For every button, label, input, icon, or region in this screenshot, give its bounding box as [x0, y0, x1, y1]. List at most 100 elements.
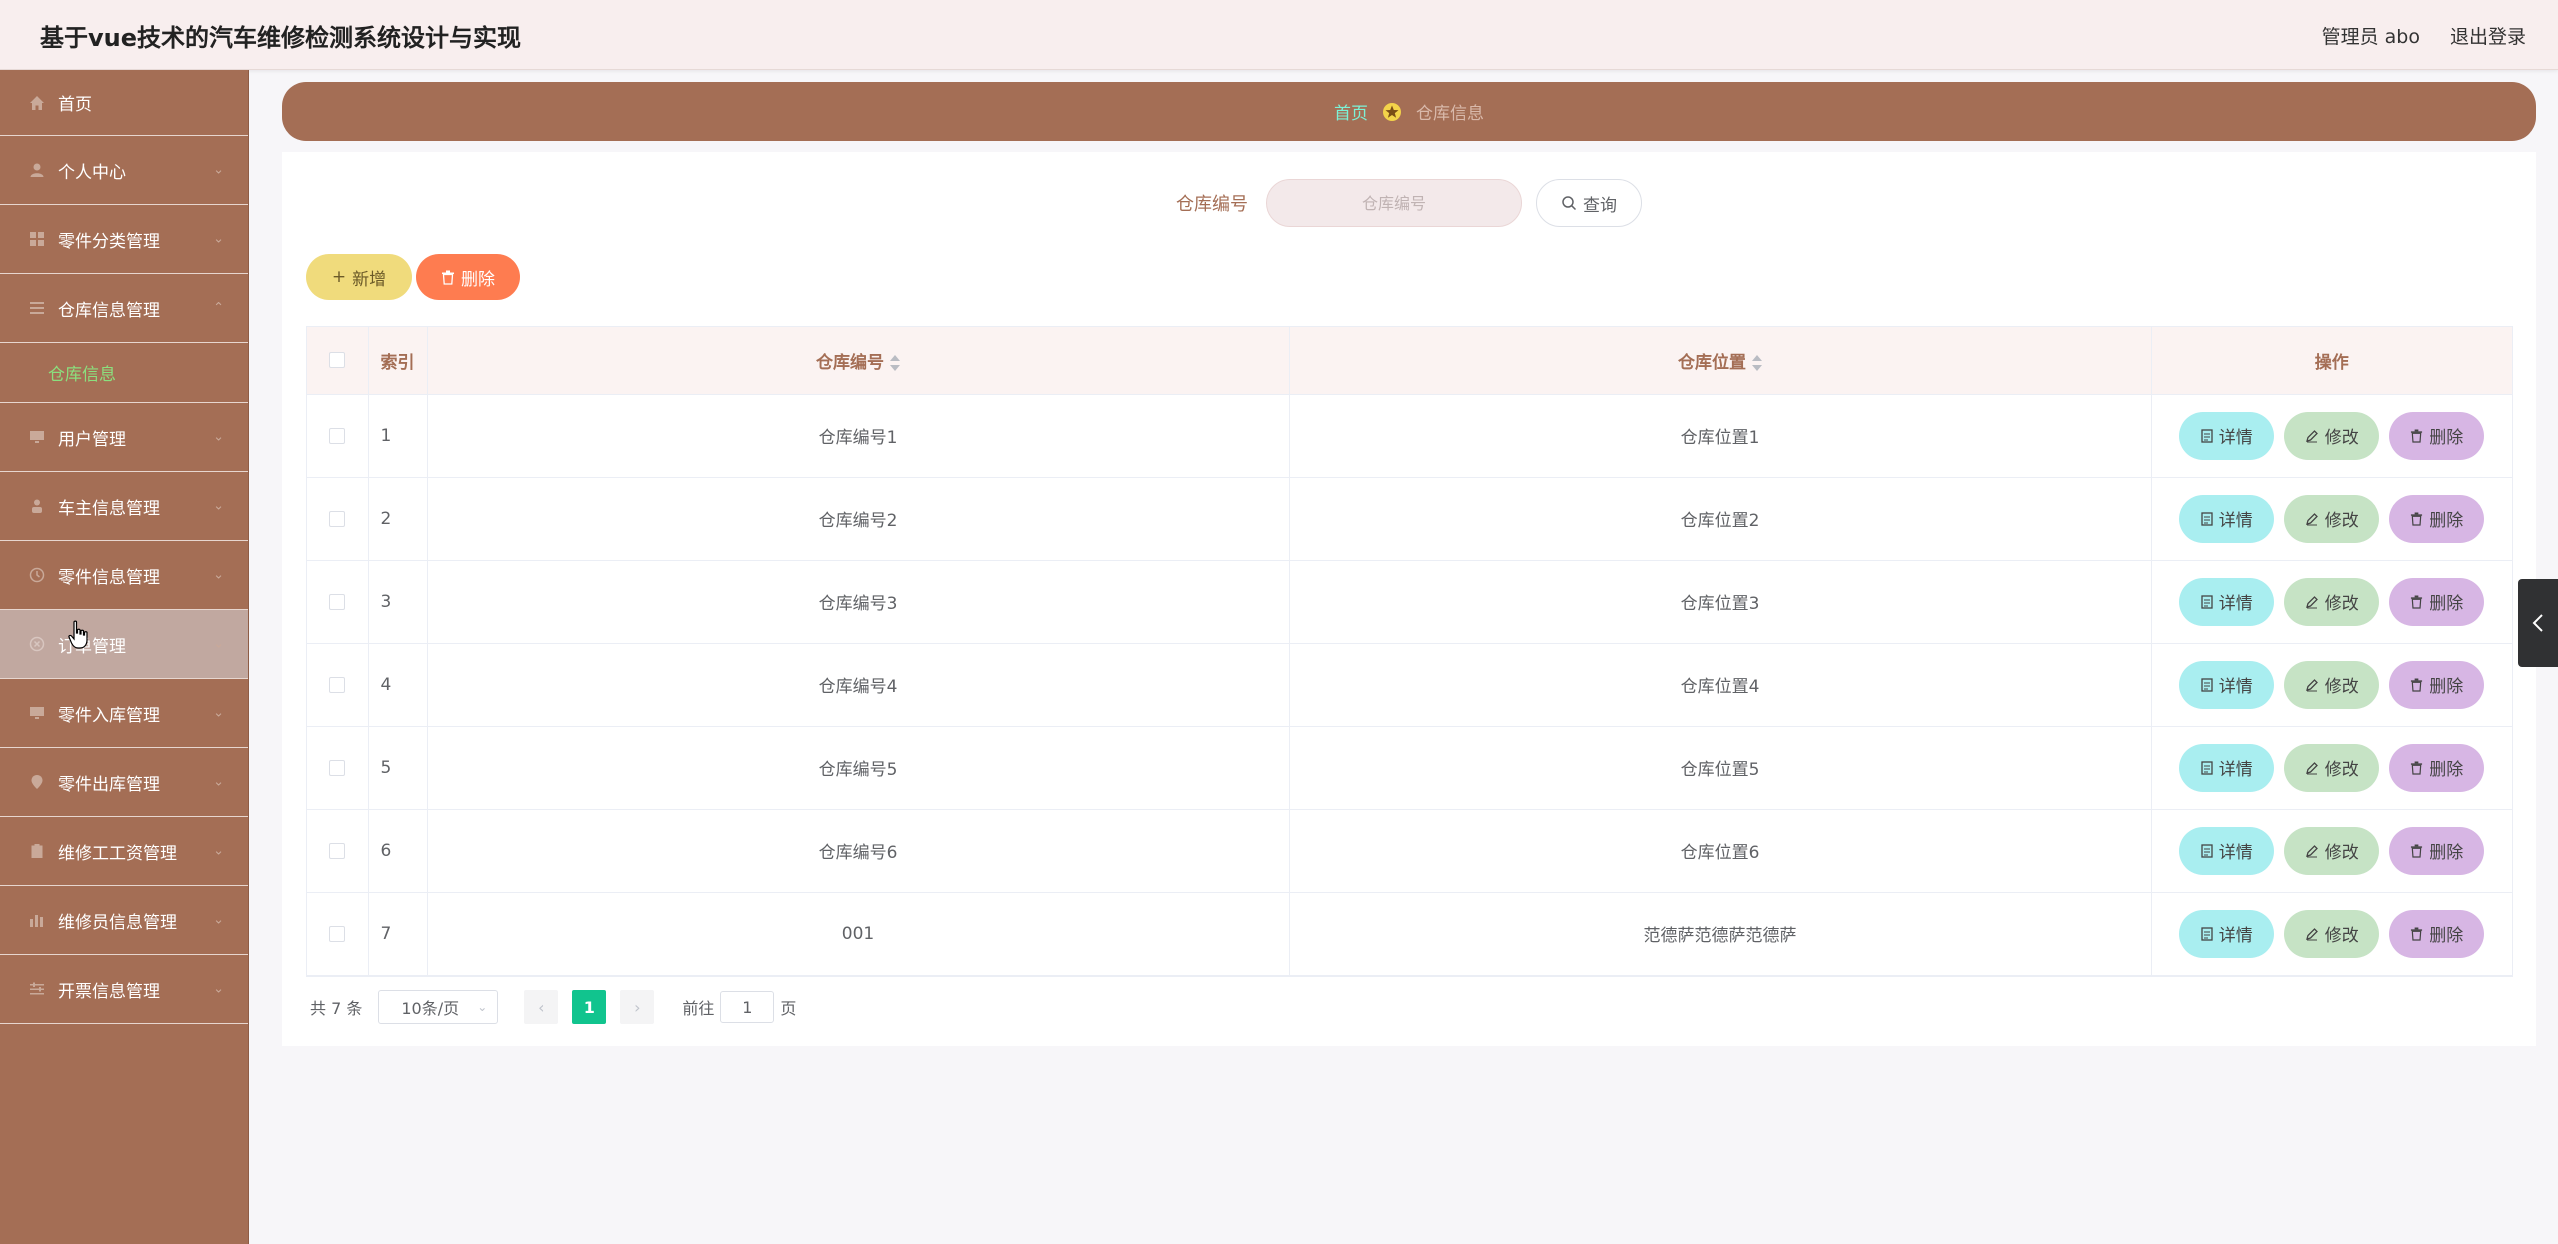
sidebar-subitem-label: 仓库信息 — [48, 365, 116, 385]
add-button[interactable]: + 新增 — [306, 254, 412, 300]
table-row: 6 仓库编号6 仓库位置6 详情 修改 删除 — [307, 809, 2512, 893]
query-button[interactable]: 查询 — [1536, 179, 1642, 227]
cell-operations: 详情 修改 删除 — [2151, 394, 2512, 478]
delete-button[interactable]: 删除 — [2389, 743, 2485, 792]
breadcrumb-home[interactable]: 首页 — [1334, 99, 1368, 124]
sidebar-item-warehouse-management[interactable]: 仓库信息管理 ⌃ — [0, 274, 248, 343]
breadcrumb-current: 仓库信息 — [1416, 104, 1484, 124]
side-panel-toggle[interactable] — [2518, 579, 2558, 667]
detail-button[interactable]: 详情 — [2179, 494, 2275, 543]
sidebar-item-wage-management[interactable]: 维修工工资管理 ⌄ — [0, 817, 248, 886]
table-header-row: 索引 仓库编号 仓库位置 操作 — [307, 327, 2512, 395]
table-row: 1 仓库编号1 仓库位置1 详情 修改 删除 — [307, 394, 2512, 478]
document-icon — [2201, 594, 2213, 609]
delete-button[interactable]: 删除 — [2389, 411, 2485, 460]
column-header-index: 索引 — [368, 327, 428, 395]
edit-button[interactable]: 修改 — [2284, 660, 2380, 709]
detail-button[interactable]: 详情 — [2179, 577, 2275, 626]
detail-button[interactable]: 详情 — [2179, 411, 2275, 460]
edit-icon — [2305, 429, 2318, 442]
delete-label: 删除 — [2429, 926, 2464, 946]
column-header-warehouse-location[interactable]: 仓库位置 — [1289, 327, 2152, 395]
row-checkbox[interactable] — [329, 759, 346, 776]
sort-icon[interactable] — [890, 354, 900, 372]
row-checkbox[interactable] — [329, 925, 346, 942]
delete-button[interactable]: 删除 — [2389, 660, 2485, 709]
column-header-warehouse-no[interactable]: 仓库编号 — [427, 327, 1290, 395]
detail-label: 详情 — [2218, 594, 2253, 614]
trash-icon — [2411, 512, 2423, 526]
cell-warehouse-location: 仓库位置3 — [1289, 560, 2152, 644]
delete-button[interactable]: 删除 — [2389, 826, 2485, 875]
row-checkbox[interactable] — [329, 593, 346, 610]
delete-button[interactable]: 删除 — [2389, 494, 2485, 543]
chevron-down-icon: ⌄ — [213, 774, 224, 790]
sidebar-subitem-warehouse-info[interactable]: 仓库信息 — [0, 343, 248, 403]
sidebar-item-invoice-info[interactable]: 开票信息管理 ⌄ — [0, 955, 248, 1024]
trash-icon — [2411, 429, 2423, 443]
sidebar-item-user-management[interactable]: 用户管理 ⌄ — [0, 403, 248, 472]
sidebar-item-label: 个人中心 — [58, 162, 126, 183]
sidebar-item-label: 维修工工资管理 — [58, 843, 177, 864]
sort-icon[interactable] — [1752, 354, 1762, 372]
sidebar-item-home[interactable]: 首页 — [0, 70, 248, 136]
search-input[interactable] — [1266, 179, 1522, 227]
page-size-select[interactable]: 10条/页 ⌄ — [378, 990, 499, 1024]
detail-button[interactable]: 详情 — [2179, 826, 2275, 875]
delete-label: 删除 — [2429, 428, 2464, 448]
page-number-1[interactable]: 1 — [572, 990, 607, 1024]
page-size-value: 10条/页 — [401, 999, 460, 1018]
close-circle-icon — [28, 635, 46, 653]
batch-delete-label: 删除 — [461, 269, 495, 290]
logout-link[interactable]: 退出登录 — [2450, 22, 2526, 49]
trash-icon — [442, 270, 454, 285]
row-select-cell — [307, 892, 369, 976]
delete-button[interactable]: 删除 — [2389, 909, 2485, 958]
edit-button[interactable]: 修改 — [2284, 826, 2380, 875]
edit-button[interactable]: 修改 — [2284, 494, 2380, 543]
edit-button[interactable]: 修改 — [2284, 577, 2380, 626]
edit-button[interactable]: 修改 — [2284, 909, 2380, 958]
search-label: 仓库编号 — [1176, 194, 1248, 215]
sidebar-item-owner-management[interactable]: 车主信息管理 ⌄ — [0, 472, 248, 541]
bar-chart-icon — [28, 911, 46, 929]
document-icon — [2201, 511, 2213, 526]
sidebar-item-order-management[interactable]: 订单管理 ⌄ — [0, 610, 248, 679]
sidebar-item-part-category[interactable]: 零件分类管理 ⌄ — [0, 205, 248, 274]
row-checkbox[interactable] — [329, 676, 346, 693]
document-icon — [2201, 677, 2213, 692]
row-select-cell — [307, 560, 369, 644]
row-checkbox[interactable] — [329, 510, 346, 527]
edit-label: 修改 — [2324, 760, 2359, 780]
sidebar-item-part-info[interactable]: 零件信息管理 ⌄ — [0, 541, 248, 610]
goto-page-input[interactable] — [720, 991, 775, 1023]
detail-button[interactable]: 详情 — [2179, 909, 2275, 958]
chevron-left-icon: ‹ — [538, 997, 545, 1017]
cell-warehouse-no: 仓库编号1 — [427, 394, 1290, 478]
sidebar-item-personal-center[interactable]: 个人中心 ⌄ — [0, 136, 248, 205]
cell-operations: 详情 修改 删除 — [2151, 643, 2512, 727]
select-all-checkbox[interactable] — [329, 352, 346, 369]
sidebar-item-part-inbound[interactable]: 零件入库管理 ⌄ — [0, 679, 248, 748]
cell-index: 5 — [368, 726, 428, 810]
row-checkbox[interactable] — [329, 427, 346, 444]
batch-delete-button[interactable]: 删除 — [416, 254, 520, 300]
detail-button[interactable]: 详情 — [2179, 660, 2275, 709]
prev-page-button[interactable]: ‹ — [524, 990, 559, 1024]
delete-label: 删除 — [2429, 843, 2464, 863]
row-checkbox[interactable] — [329, 842, 346, 859]
sidebar-item-repairman-info[interactable]: 维修员信息管理 ⌄ — [0, 886, 248, 955]
edit-button[interactable]: 修改 — [2284, 411, 2380, 460]
chevron-up-icon: ⌃ — [213, 300, 224, 316]
chevron-down-icon: ⌄ — [213, 843, 224, 859]
delete-button[interactable]: 删除 — [2389, 577, 2485, 626]
edit-button[interactable]: 修改 — [2284, 743, 2380, 792]
sidebar-item-part-outbound[interactable]: 零件出库管理 ⌄ — [0, 748, 248, 817]
monitor-icon — [28, 704, 46, 722]
next-page-button[interactable]: › — [620, 990, 655, 1024]
delete-label: 删除 — [2429, 677, 2464, 697]
star-icon — [1383, 102, 1401, 121]
cell-warehouse-location: 仓库位置5 — [1289, 726, 2152, 810]
detail-button[interactable]: 详情 — [2179, 743, 2275, 792]
sidebar-item-label: 首页 — [58, 95, 92, 115]
